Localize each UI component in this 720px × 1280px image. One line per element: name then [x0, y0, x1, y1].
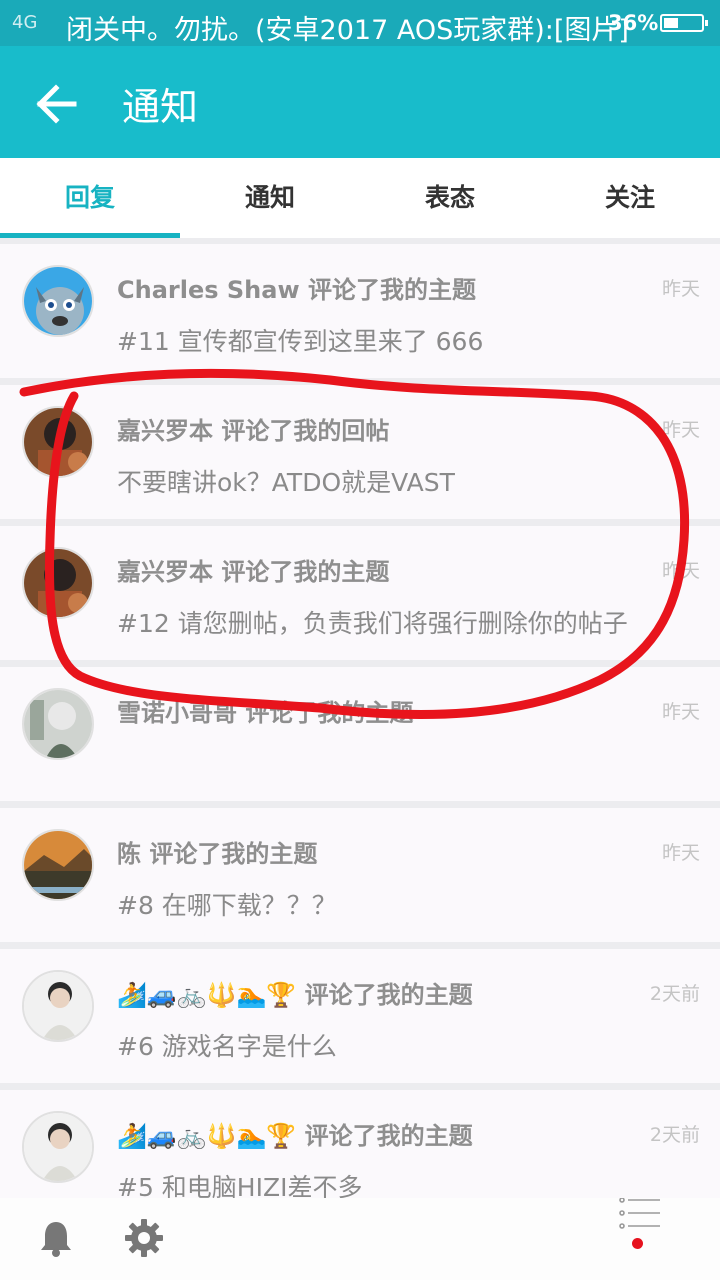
battery-percent: 36%	[608, 11, 659, 35]
page-title: 通知	[122, 85, 199, 129]
notification-item[interactable]: 🏄🚙🚲🔱🏊🏆 评论了我的主题 2天前 #6 游戏名字是什么	[0, 949, 720, 1083]
avatar[interactable]	[22, 406, 94, 478]
notification-title: 陈 评论了我的主题	[117, 840, 318, 868]
notification-body: 不要瞎讲ok？ATDO就是VAST	[117, 468, 455, 497]
arrow-left-icon	[36, 84, 77, 124]
menu-icon	[619, 1197, 660, 1229]
avatar[interactable]	[22, 1111, 94, 1183]
status-bar: 4G 闭关中。勿扰。(安卓2017 AOS玩家群):[图片] 36%	[0, 0, 720, 46]
avatar[interactable]	[22, 265, 94, 337]
avatar[interactable]	[22, 829, 94, 901]
notification-time: 昨天	[661, 701, 700, 723]
notification-title: 🏄🚙🚲🔱🏊🏆 评论了我的主题	[117, 981, 473, 1009]
notification-body: #5 和电脑HIZI差不多	[117, 1173, 363, 1198]
notification-title: 🏄🚙🚲🔱🏊🏆 评论了我的主题	[117, 1122, 473, 1150]
unread-badge	[632, 1238, 643, 1249]
notification-title: Charles Shaw 评论了我的主题	[117, 276, 476, 304]
tab-notices[interactable]: 通知	[180, 158, 360, 238]
notification-time: 昨天	[661, 419, 700, 441]
notification-time: 昨天	[661, 278, 700, 300]
notification-item[interactable]: 🏄🚙🚲🔱🏊🏆 评论了我的主题 2天前 #5 和电脑HIZI差不多	[0, 1090, 720, 1198]
avatar[interactable]	[22, 688, 94, 760]
notification-body: #12 请您删帖，负责我们将强行删除你的帖子	[117, 609, 628, 638]
notification-body: #6 游戏名字是什么	[117, 1032, 337, 1061]
notification-item[interactable]: 嘉兴罗本 评论了我的回帖 昨天 不要瞎讲ok？ATDO就是VAST	[0, 385, 720, 519]
notification-item[interactable]: 陈 评论了我的主题 昨天 #8 在哪下载？？？	[0, 808, 720, 942]
notification-time: 昨天	[661, 560, 700, 582]
notification-time: 2天前	[649, 1124, 700, 1146]
tab-follows[interactable]: 关注	[540, 158, 720, 238]
settings-nav-button[interactable]	[124, 1218, 164, 1258]
notification-item[interactable]: 嘉兴罗本 评论了我的主题 昨天 #12 请您删帖，负责我们将强行删除你的帖子	[0, 526, 720, 660]
avatar[interactable]	[22, 547, 94, 619]
notifications-nav-button[interactable]	[36, 1218, 76, 1258]
notification-list: Charles Shaw 评论了我的主题 昨天 #11 宣传都宣传到这里来了 6…	[0, 238, 720, 1198]
app-bar: 通知	[0, 46, 720, 158]
status-notification-text: 闭关中。勿扰。(安卓2017 AOS玩家群):[图片]	[66, 15, 629, 46]
bell-icon	[41, 1222, 71, 1257]
notification-title: 嘉兴罗本 评论了我的回帖	[117, 417, 390, 445]
tab-bar: 回复 通知 表态 关注	[0, 158, 720, 238]
tab-replies[interactable]: 回复	[0, 158, 180, 238]
notification-time: 昨天	[661, 842, 700, 864]
battery-icon	[660, 14, 708, 32]
bottom-nav	[0, 1197, 720, 1280]
notification-item[interactable]: 雪诺小哥哥 评论了我的主题 昨天	[0, 667, 720, 801]
notification-title: 雪诺小哥哥 评论了我的主题	[117, 699, 414, 727]
avatar[interactable]	[22, 970, 94, 1042]
back-button[interactable]	[26, 76, 86, 132]
notification-body: #8 在哪下载？？？	[117, 891, 337, 920]
notification-time: 2天前	[649, 983, 700, 1005]
gear-icon	[125, 1219, 163, 1257]
notification-title: 嘉兴罗本 评论了我的主题	[117, 558, 390, 586]
notification-item[interactable]: Charles Shaw 评论了我的主题 昨天 #11 宣传都宣传到这里来了 6…	[0, 244, 720, 378]
notification-body: #11 宣传都宣传到这里来了 666	[117, 327, 484, 356]
signal-indicator: 4G	[12, 12, 38, 33]
tab-reactions[interactable]: 表态	[360, 158, 540, 238]
